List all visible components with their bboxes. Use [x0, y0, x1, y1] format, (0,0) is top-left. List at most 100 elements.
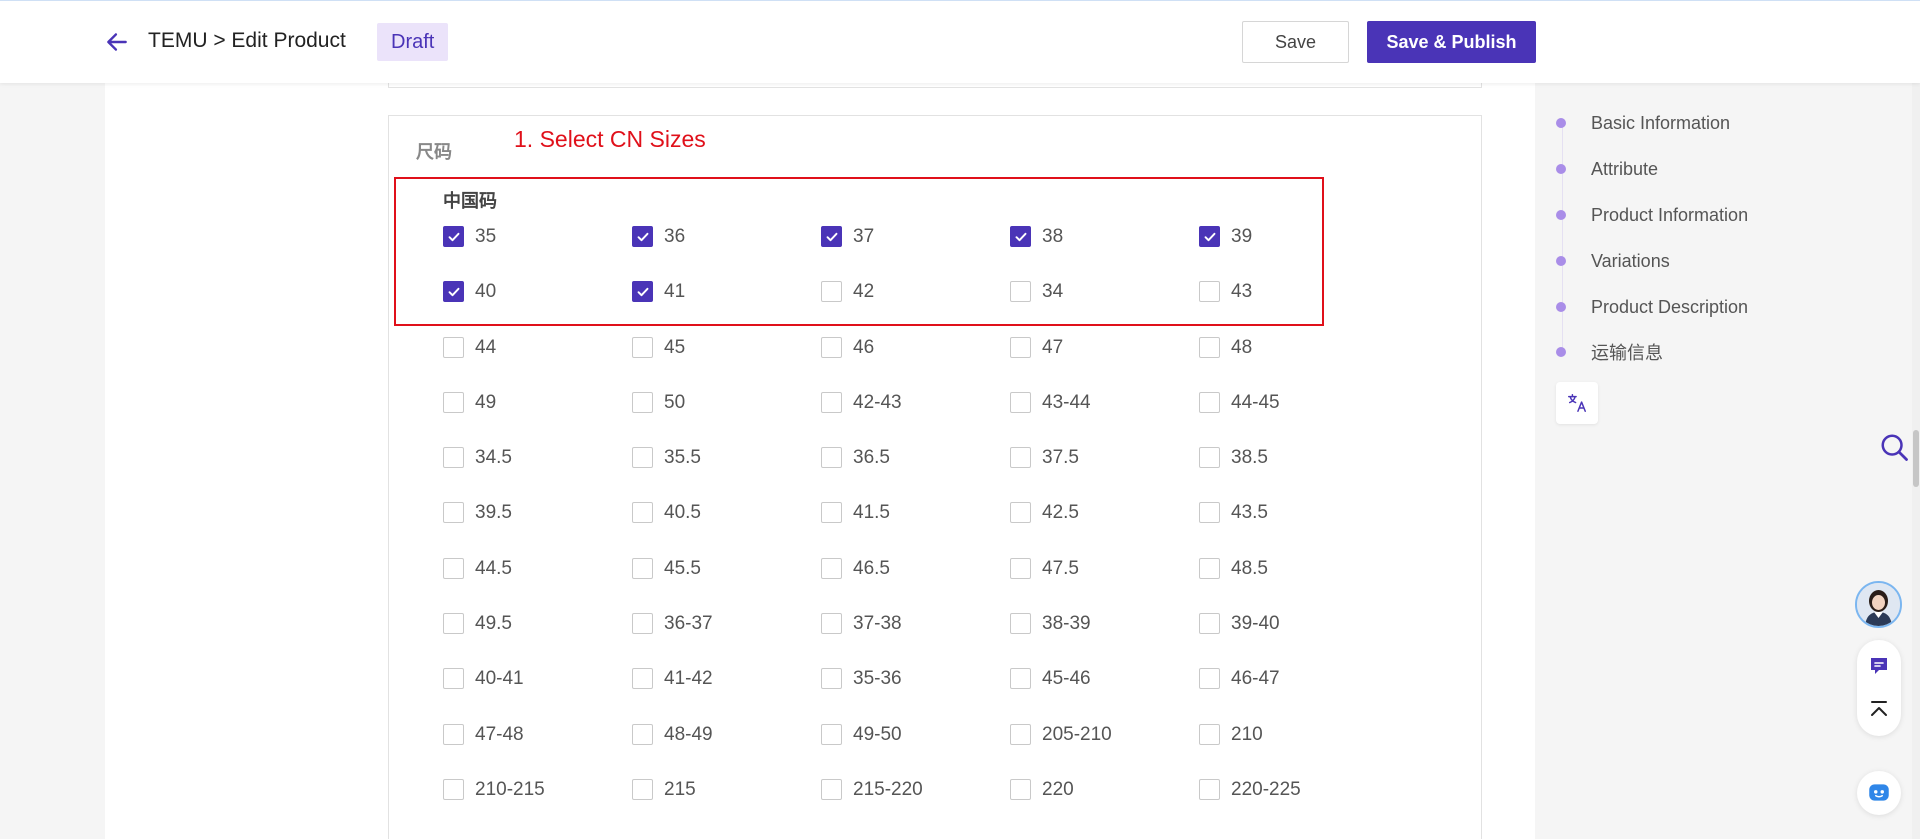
nav-item-product-information[interactable]: Product Information	[1556, 201, 1748, 229]
checkbox-unchecked-icon[interactable]	[1199, 336, 1220, 358]
size-option-checkbox[interactable]: 210-215	[443, 774, 632, 829]
size-option-checkbox[interactable]: 36-37	[632, 608, 821, 663]
checkbox-unchecked-icon[interactable]	[632, 391, 653, 413]
checkbox-unchecked-icon[interactable]	[443, 778, 464, 800]
size-option-checkbox[interactable]: 39-40	[1199, 608, 1388, 663]
size-option-checkbox[interactable]: 45.5	[632, 553, 821, 608]
checkbox-unchecked-icon[interactable]	[632, 668, 653, 690]
checkbox-unchecked-icon[interactable]	[632, 502, 653, 524]
checkbox-unchecked-icon[interactable]	[632, 336, 653, 358]
checkbox-unchecked-icon[interactable]	[1010, 502, 1031, 524]
size-option-checkbox[interactable]: 36	[632, 221, 821, 276]
checkbox-unchecked-icon[interactable]	[1199, 502, 1220, 524]
checkbox-unchecked-icon[interactable]	[1010, 723, 1031, 745]
checkbox-unchecked-icon[interactable]	[632, 557, 653, 579]
size-option-checkbox[interactable]: 43	[1199, 276, 1388, 331]
size-option-checkbox[interactable]: 43-44	[1010, 387, 1199, 442]
checkbox-unchecked-icon[interactable]	[1199, 613, 1220, 635]
size-option-checkbox[interactable]: 41.5	[821, 497, 1010, 552]
checkbox-unchecked-icon[interactable]	[1010, 778, 1031, 800]
checkbox-checked-icon[interactable]	[443, 281, 464, 303]
size-option-checkbox[interactable]: 37-38	[821, 608, 1010, 663]
size-option-checkbox[interactable]: 45-46	[1010, 663, 1199, 718]
size-option-checkbox[interactable]: 35	[443, 221, 632, 276]
checkbox-checked-icon[interactable]	[443, 226, 464, 247]
checkbox-unchecked-icon[interactable]	[821, 336, 842, 358]
size-option-checkbox[interactable]: 49	[443, 387, 632, 442]
size-option-checkbox[interactable]: 44	[443, 332, 632, 387]
size-option-checkbox[interactable]: 205-210	[1010, 719, 1199, 774]
checkbox-unchecked-icon[interactable]	[821, 778, 842, 800]
nav-item-shipping-info[interactable]: 运输信息	[1556, 338, 1663, 366]
size-option-checkbox[interactable]: 48	[1199, 332, 1388, 387]
size-option-checkbox[interactable]: 38	[1010, 221, 1199, 276]
checkbox-unchecked-icon[interactable]	[1199, 557, 1220, 579]
checkbox-unchecked-icon[interactable]	[821, 723, 842, 745]
checkbox-checked-icon[interactable]	[1199, 226, 1220, 247]
checkbox-unchecked-icon[interactable]	[443, 447, 464, 469]
checkbox-unchecked-icon[interactable]	[821, 391, 842, 413]
checkbox-unchecked-icon[interactable]	[1199, 391, 1220, 413]
nav-item-product-description[interactable]: Product Description	[1556, 293, 1748, 321]
size-option-checkbox[interactable]: 44-45	[1199, 387, 1388, 442]
checkbox-checked-icon[interactable]	[821, 226, 842, 247]
size-option-checkbox[interactable]: 46-47	[1199, 663, 1388, 718]
size-option-checkbox[interactable]: 46.5	[821, 553, 1010, 608]
checkbox-unchecked-icon[interactable]	[1010, 281, 1031, 303]
size-option-checkbox[interactable]: 37.5	[1010, 442, 1199, 497]
size-option-checkbox[interactable]: 220-225	[1199, 774, 1388, 829]
size-option-checkbox[interactable]: 47-48	[443, 719, 632, 774]
size-option-checkbox[interactable]: 46	[821, 332, 1010, 387]
size-option-checkbox[interactable]: 42.5	[1010, 497, 1199, 552]
checkbox-unchecked-icon[interactable]	[821, 613, 842, 635]
checkbox-unchecked-icon[interactable]	[443, 723, 464, 745]
nav-item-variations[interactable]: Variations	[1556, 247, 1670, 275]
checkbox-unchecked-icon[interactable]	[632, 723, 653, 745]
size-option-checkbox[interactable]: 34.5	[443, 442, 632, 497]
size-option-checkbox[interactable]: 215	[632, 774, 821, 829]
size-option-checkbox[interactable]: 49-50	[821, 719, 1010, 774]
checkbox-unchecked-icon[interactable]	[1199, 281, 1220, 303]
size-option-checkbox[interactable]: 35-36	[821, 663, 1010, 718]
size-option-checkbox[interactable]: 40-41	[443, 663, 632, 718]
size-option-checkbox[interactable]: 49.5	[443, 608, 632, 663]
size-option-checkbox[interactable]: 43.5	[1199, 497, 1388, 552]
size-option-checkbox[interactable]: 38.5	[1199, 442, 1388, 497]
checkbox-unchecked-icon[interactable]	[1010, 668, 1031, 690]
size-option-checkbox[interactable]: 39.5	[443, 497, 632, 552]
assistant-bot-button[interactable]	[1857, 771, 1901, 815]
size-option-checkbox[interactable]: 36.5	[821, 442, 1010, 497]
size-option-checkbox[interactable]: 47.5	[1010, 553, 1199, 608]
size-option-checkbox[interactable]: 45	[632, 332, 821, 387]
checkbox-unchecked-icon[interactable]	[443, 502, 464, 524]
checkbox-unchecked-icon[interactable]	[443, 557, 464, 579]
size-option-checkbox[interactable]: 44.5	[443, 553, 632, 608]
checkbox-checked-icon[interactable]	[1010, 226, 1031, 247]
search-icon[interactable]	[1879, 432, 1909, 462]
size-option-checkbox[interactable]: 40.5	[632, 497, 821, 552]
scrollbar-thumb[interactable]	[1913, 430, 1919, 487]
checkbox-unchecked-icon[interactable]	[1010, 613, 1031, 635]
checkbox-unchecked-icon[interactable]	[1199, 723, 1220, 745]
size-option-checkbox[interactable]: 215-220	[821, 774, 1010, 829]
size-option-checkbox[interactable]: 42-43	[821, 387, 1010, 442]
size-option-checkbox[interactable]: 41	[632, 276, 821, 331]
checkbox-unchecked-icon[interactable]	[821, 668, 842, 690]
headset-icon[interactable]	[1867, 654, 1891, 678]
size-option-checkbox[interactable]: 220	[1010, 774, 1199, 829]
checkbox-checked-icon[interactable]	[632, 281, 653, 303]
checkbox-unchecked-icon[interactable]	[1199, 778, 1220, 800]
checkbox-unchecked-icon[interactable]	[821, 447, 842, 469]
nav-item-basic-information[interactable]: Basic Information	[1556, 109, 1730, 137]
back-to-top-icon[interactable]	[1867, 698, 1891, 722]
size-option-checkbox[interactable]: 38-39	[1010, 608, 1199, 663]
checkbox-checked-icon[interactable]	[632, 226, 653, 247]
checkbox-unchecked-icon[interactable]	[443, 336, 464, 358]
checkbox-unchecked-icon[interactable]	[1010, 447, 1031, 469]
checkbox-unchecked-icon[interactable]	[632, 778, 653, 800]
size-option-checkbox[interactable]: 42	[821, 276, 1010, 331]
size-option-checkbox[interactable]: 41-42	[632, 663, 821, 718]
size-option-checkbox[interactable]: 40	[443, 276, 632, 331]
checkbox-unchecked-icon[interactable]	[1010, 557, 1031, 579]
save-publish-button[interactable]: Save & Publish	[1367, 21, 1536, 63]
